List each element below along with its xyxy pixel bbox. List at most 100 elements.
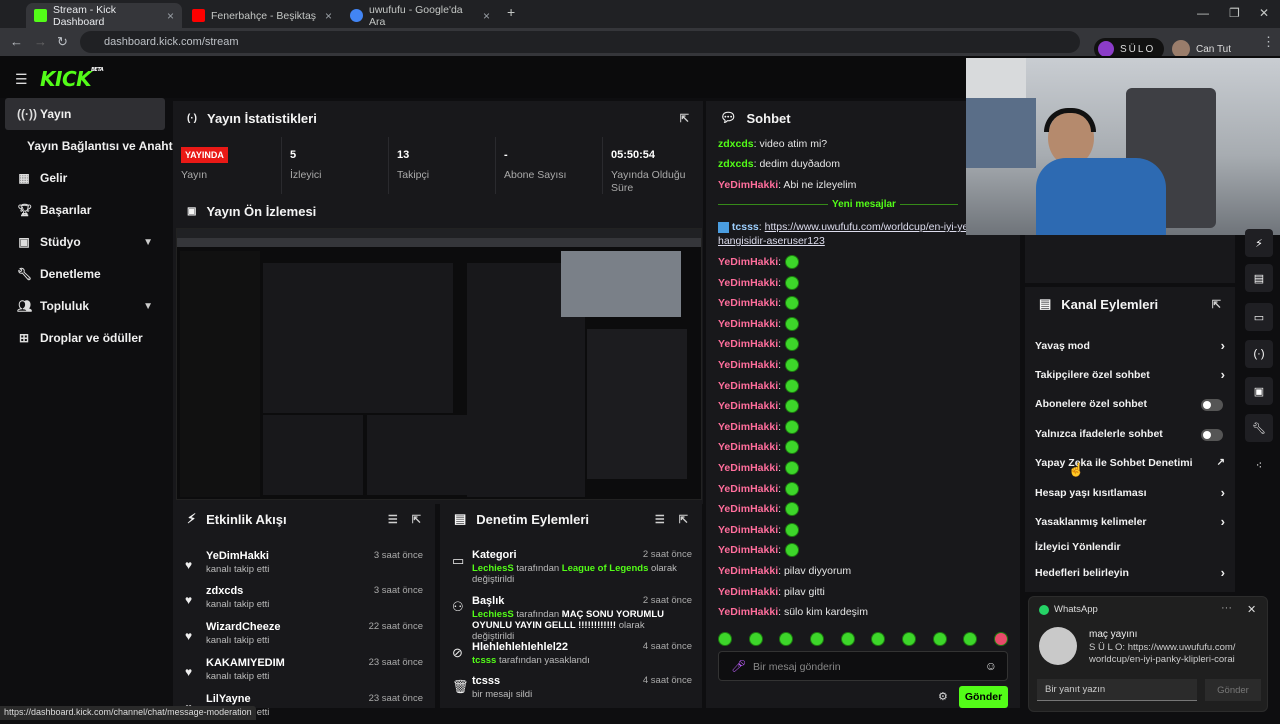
- emote-only-toggle[interactable]: [1201, 429, 1223, 441]
- action-slow-mode[interactable]: Yavaş mod ›: [1035, 338, 1225, 360]
- close-window-icon[interactable]: ✕: [1259, 6, 1269, 20]
- action-ai-moderation[interactable]: Yapay Zeka ile Sohbet Denetimi ↗: [1035, 457, 1225, 477]
- chat-username[interactable]: YeDimHakki: [718, 524, 778, 536]
- quick-emote-icon[interactable]: [963, 632, 978, 646]
- send-button[interactable]: Gönder: [959, 686, 1008, 708]
- close-tab-icon[interactable]: ×: [325, 9, 332, 23]
- popout-icon[interactable]: ⇱: [679, 513, 688, 526]
- reply-send-button[interactable]: Gönder: [1205, 679, 1261, 701]
- popout-icon[interactable]: ⇱: [680, 112, 689, 125]
- filter-icon[interactable]: ☰: [388, 513, 398, 526]
- quick-emote-icon[interactable]: [901, 632, 916, 646]
- kick-logo[interactable]: KICKBETA: [40, 67, 104, 91]
- chat-link[interactable]: https://www.uwufufu.com/worldcup/en-iyi-…: [765, 221, 992, 233]
- chat-input[interactable]: 🎤︎ Bir mesaj gönderin ☺: [718, 651, 1008, 681]
- close-tab-icon[interactable]: ×: [483, 9, 490, 23]
- mod-actor[interactable]: LechiesS: [472, 609, 514, 620]
- quick-emote-icon[interactable]: [748, 632, 763, 646]
- chat-link-continued[interactable]: hangisidir-aseruser123: [718, 235, 825, 247]
- rail-broadcast-button[interactable]: (·): [1245, 340, 1273, 368]
- tab-youtube[interactable]: Fenerbahçe - Beşiktaş Maç Son ×: [184, 3, 340, 28]
- rail-lightning-button[interactable]: ⚡︎: [1245, 229, 1273, 257]
- chat-username[interactable]: YeDimHakki: [718, 256, 778, 268]
- chat-username[interactable]: tcsss: [732, 221, 759, 233]
- activity-user[interactable]: LilYayne: [206, 693, 251, 705]
- quick-emote-icon[interactable]: [779, 632, 794, 646]
- sidebar-item-yayin[interactable]: ((·)) Yayın: [5, 98, 165, 130]
- chat-username[interactable]: YeDimHakki: [718, 318, 778, 330]
- mod-actor[interactable]: tcsss: [472, 655, 496, 666]
- action-account-age[interactable]: Hesap yaşı kısıtlaması ›: [1035, 485, 1225, 507]
- sidebar-item-basarilar[interactable]: 🏆︎ Başarılar: [5, 194, 165, 226]
- chat-username[interactable]: YeDimHakki: [718, 586, 778, 598]
- action-followers-only[interactable]: Takipçilere özel sohbet ›: [1035, 367, 1225, 389]
- chat-username[interactable]: YeDimHakki: [718, 379, 778, 391]
- quick-emote-icon[interactable]: [993, 632, 1008, 646]
- browser-menu-icon[interactable]: ⋮: [1262, 34, 1275, 50]
- chat-username[interactable]: zdxcds: [718, 158, 754, 170]
- menu-icon[interactable]: ☰: [15, 71, 28, 88]
- rail-document-button[interactable]: ▤: [1245, 264, 1273, 292]
- sidebar-item-droplar[interactable]: ⊞ Droplar ve ödüller: [5, 322, 165, 354]
- whatsapp-notification[interactable]: WhatsApp ··· ✕ maç yayını S Ü L O: https…: [1028, 596, 1268, 712]
- action-banned-words[interactable]: Yasaklanmış kelimeler ›: [1035, 514, 1225, 536]
- subscribers-only-toggle[interactable]: [1201, 399, 1223, 411]
- chat-settings-icon[interactable]: ⚙: [938, 690, 948, 703]
- chat-username[interactable]: YeDimHakki: [718, 482, 778, 494]
- quick-emote-icon[interactable]: [871, 632, 886, 646]
- activity-user[interactable]: YeDimHakki: [206, 550, 269, 562]
- chat-username[interactable]: YeDimHakki: [718, 565, 778, 577]
- chat-username[interactable]: YeDimHakki: [718, 276, 778, 288]
- chat-username[interactable]: YeDimHakki: [718, 503, 778, 515]
- activity-user[interactable]: zdxcds: [206, 585, 243, 597]
- chat-username[interactable]: zdxcds: [718, 138, 754, 150]
- chat-username[interactable]: YeDimHakki: [718, 179, 778, 191]
- rail-actions-button[interactable]: ▣: [1245, 377, 1273, 405]
- rail-wrench-button[interactable]: 🔧︎: [1245, 414, 1273, 442]
- tab-kick-dashboard[interactable]: Stream - Kick Dashboard ×: [26, 3, 182, 28]
- reply-input[interactable]: Bir yanıt yazın: [1037, 679, 1197, 701]
- rail-more-button[interactable]: ⁖: [1245, 451, 1273, 479]
- quick-emote-icon[interactable]: [932, 632, 947, 646]
- sidebar-item-topluluk[interactable]: 👥︎ Topluluk ▼: [5, 290, 165, 322]
- action-goals[interactable]: Hedefleri belirleyin ›: [1035, 565, 1225, 587]
- filter-icon[interactable]: ☰: [655, 513, 665, 526]
- quick-emote-icon[interactable]: [718, 632, 732, 646]
- chat-username[interactable]: YeDimHakki: [718, 421, 778, 433]
- chat-username[interactable]: YeDimHakki: [718, 544, 778, 556]
- reload-icon[interactable]: ↻: [57, 34, 68, 50]
- chat-username[interactable]: YeDimHakki: [718, 606, 778, 618]
- maximize-icon[interactable]: ❐: [1229, 6, 1240, 20]
- chat-username[interactable]: YeDimHakki: [718, 297, 778, 309]
- action-host[interactable]: İzleyici Yönlendir: [1035, 541, 1225, 561]
- emoji-icon[interactable]: ☺: [985, 659, 997, 673]
- tab-google[interactable]: uwufufu - Google'da Ara ×: [342, 3, 498, 28]
- popout-icon[interactable]: ⇱: [1212, 298, 1221, 311]
- sidebar-item-stream-key[interactable]: Yayın Bağlantısı ve Anahtarı: [5, 130, 187, 162]
- url-field[interactable]: dashboard.kick.com/stream: [80, 31, 1080, 53]
- chat-username[interactable]: YeDimHakki: [718, 400, 778, 412]
- chat-username[interactable]: YeDimHakki: [718, 462, 778, 474]
- stream-preview-video[interactable]: [176, 228, 702, 500]
- activity-user[interactable]: KAKAMIYEDIM: [206, 657, 285, 669]
- back-icon[interactable]: ←: [10, 34, 23, 49]
- sidebar-item-studyo[interactable]: ▣ Stüdyo ▼: [5, 226, 165, 258]
- more-options-icon[interactable]: ···: [1221, 602, 1232, 614]
- chat-username[interactable]: YeDimHakki: [718, 338, 778, 350]
- new-tab-icon[interactable]: +: [507, 4, 515, 20]
- quick-emote-icon[interactable]: [840, 632, 855, 646]
- forward-icon[interactable]: →: [34, 34, 47, 49]
- close-tab-icon[interactable]: ×: [167, 9, 174, 23]
- chat-username[interactable]: YeDimHakki: [718, 359, 778, 371]
- popout-icon[interactable]: ⇱: [412, 513, 421, 526]
- rail-chat-button[interactable]: ▭: [1245, 303, 1273, 331]
- microphone-icon[interactable]: 🎤︎: [731, 659, 746, 673]
- chat-username[interactable]: YeDimHakki: [718, 441, 778, 453]
- activity-user[interactable]: WizardCheeze: [206, 621, 280, 633]
- close-icon[interactable]: ✕: [1247, 603, 1256, 616]
- quick-emote-icon[interactable]: [809, 632, 824, 646]
- sidebar-item-gelir[interactable]: ▦ Gelir: [5, 162, 165, 194]
- mod-actor[interactable]: LechiesS: [472, 563, 514, 574]
- sidebar-item-denetleme[interactable]: 🔧︎ Denetleme: [5, 258, 165, 290]
- minimize-icon[interactable]: —: [1197, 6, 1209, 20]
